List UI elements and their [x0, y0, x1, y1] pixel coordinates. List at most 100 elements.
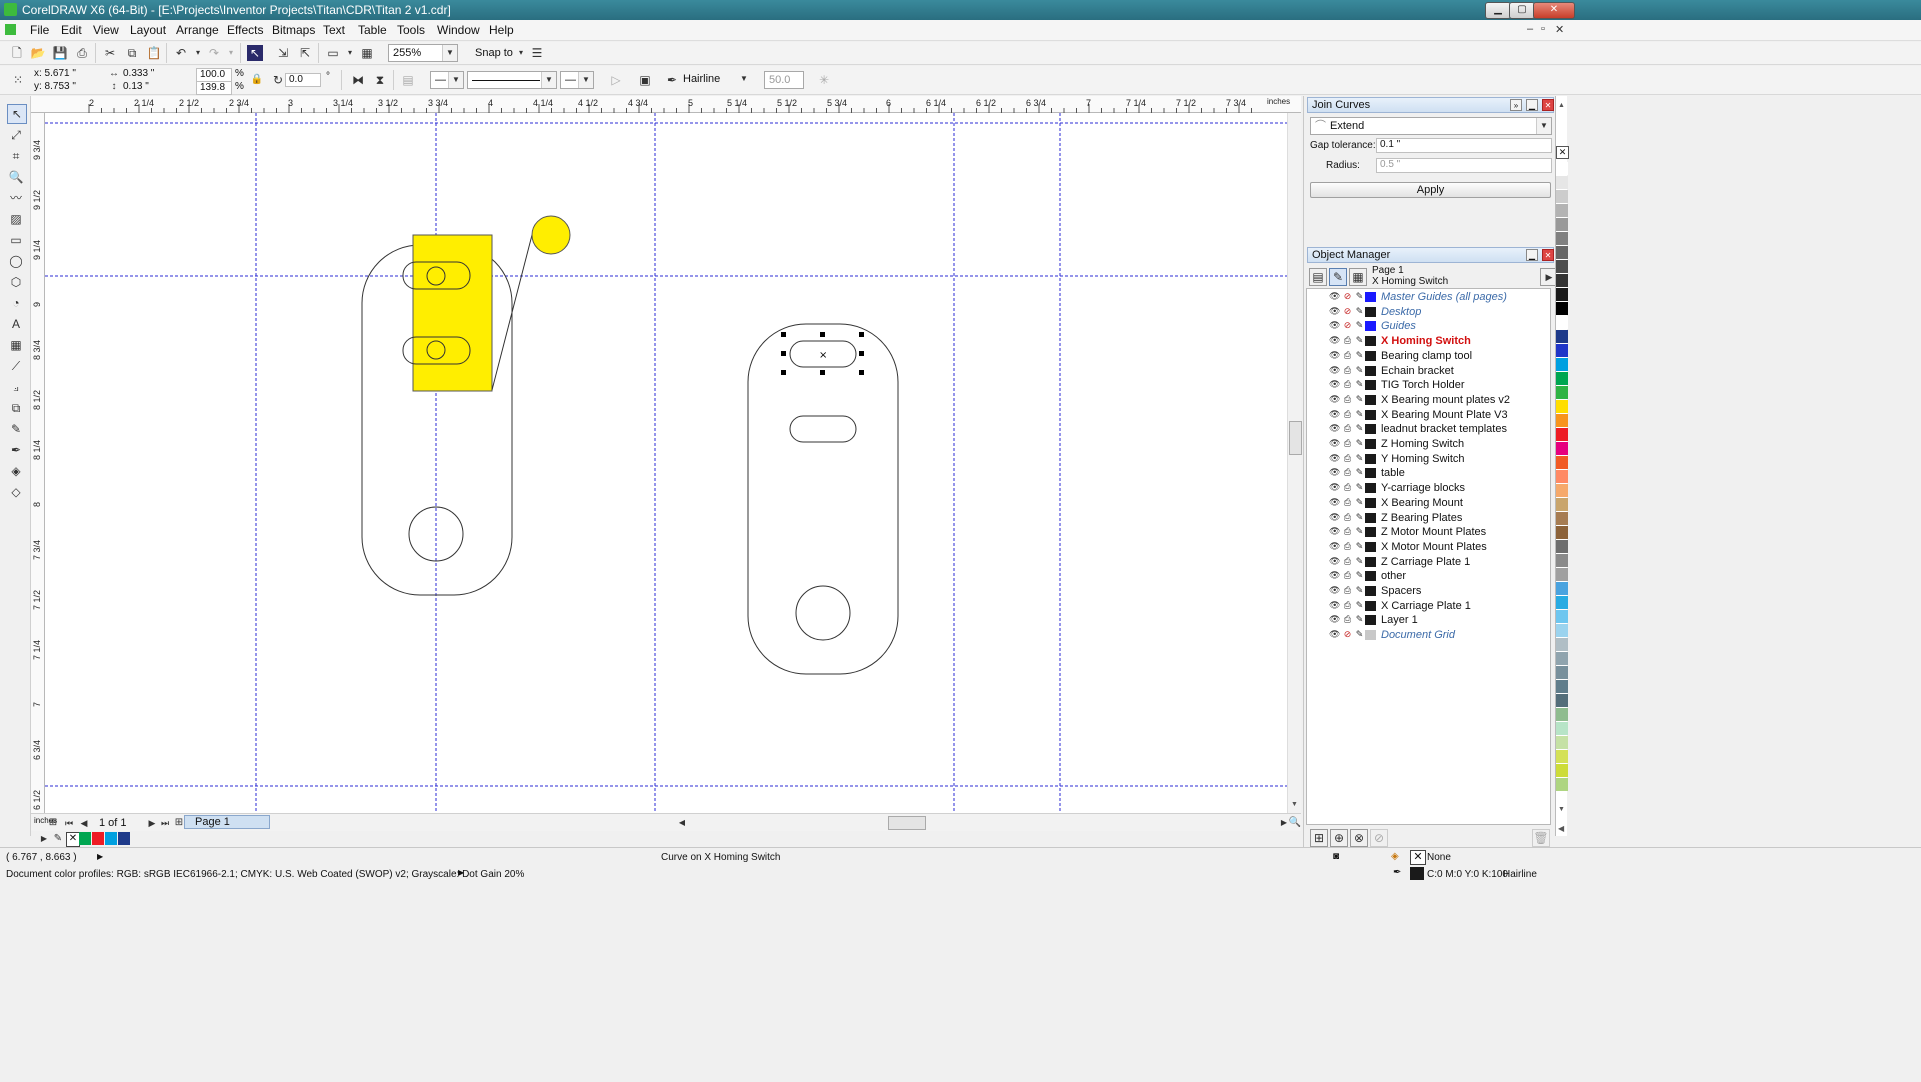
- no-print-icon[interactable]: ⊘: [1342, 320, 1353, 331]
- close-button[interactable]: ✕: [1533, 2, 1575, 19]
- pencil-icon[interactable]: ✎: [1354, 467, 1365, 478]
- layer-name[interactable]: Z Carriage Plate 1: [1381, 555, 1470, 569]
- navigator-icon[interactable]: 🔍: [1287, 815, 1303, 831]
- selection-handle[interactable]: [781, 370, 786, 375]
- eye-icon[interactable]: 👁: [1329, 306, 1340, 317]
- new-master-layer-icon[interactable]: ⊕: [1330, 829, 1348, 847]
- eye-icon[interactable]: 👁: [1329, 614, 1340, 625]
- layer-row[interactable]: 👁 ⎙ ✎ Echain bracket: [1307, 364, 1550, 378]
- object-manager-header[interactable]: Object Manager ▁ ✕: [1307, 247, 1554, 263]
- text-tool-icon[interactable]: A: [7, 315, 25, 333]
- layer-name[interactable]: Z Homing Switch: [1381, 437, 1464, 451]
- maximize-button[interactable]: ▢: [1509, 2, 1535, 19]
- selection-handle[interactable]: [781, 351, 786, 356]
- color-swatch[interactable]: [1556, 190, 1568, 203]
- eye-icon[interactable]: 👁: [1329, 585, 1340, 596]
- pencil-icon[interactable]: ✎: [1354, 438, 1365, 449]
- drawing-canvas[interactable]: ×: [45, 113, 1287, 813]
- layer-row[interactable]: 👁 ⊘ ✎ Desktop: [1307, 305, 1550, 319]
- scale-y-field[interactable]: 139.8: [196, 81, 232, 95]
- color-swatch[interactable]: [1556, 498, 1568, 511]
- menu-arrange[interactable]: Arrange: [176, 23, 219, 37]
- printer-icon[interactable]: ⎙: [1342, 394, 1353, 405]
- interactive-fill-tool-icon[interactable]: ◇: [7, 483, 25, 501]
- printer-icon[interactable]: ⎙: [1342, 585, 1353, 596]
- layer-row[interactable]: 👁 ⎙ ✎ leadnut bracket templates: [1307, 422, 1550, 436]
- rotation-field[interactable]: 0.0: [285, 73, 321, 87]
- layer-row[interactable]: 👁 ⎙ ✎ X Bearing Mount Plate V3: [1307, 408, 1550, 422]
- color-swatch[interactable]: [1556, 554, 1568, 567]
- color-swatch[interactable]: [1556, 456, 1568, 469]
- eye-icon[interactable]: 👁: [1329, 394, 1340, 405]
- color-swatch[interactable]: [1556, 232, 1568, 245]
- layer-color-swatch[interactable]: [1365, 483, 1376, 494]
- layer-row[interactable]: 👁 ⎙ ✎ X Homing Switch: [1307, 334, 1550, 348]
- layer-name[interactable]: Master Guides (all pages): [1381, 290, 1507, 304]
- color-swatch[interactable]: [1556, 708, 1568, 721]
- reduce-nodes-icon[interactable]: ✳: [816, 72, 832, 88]
- eye-icon[interactable]: 👁: [1329, 453, 1340, 464]
- color-swatch[interactable]: [1556, 330, 1568, 343]
- redo-icon[interactable]: ↷: [206, 45, 222, 61]
- layer-name[interactable]: X Motor Mount Plates: [1381, 540, 1487, 554]
- layer-name[interactable]: X Homing Switch: [1381, 334, 1471, 348]
- printer-icon[interactable]: ⎙: [1342, 409, 1353, 420]
- search-content-icon[interactable]: ↖: [247, 45, 263, 61]
- pencil-icon[interactable]: ✎: [1354, 482, 1365, 493]
- menu-help[interactable]: Help: [489, 23, 514, 37]
- color-swatch[interactable]: [1556, 540, 1568, 553]
- printer-icon[interactable]: ⎙: [1342, 570, 1353, 581]
- layer-color-swatch[interactable]: [1365, 424, 1376, 435]
- undo-icon[interactable]: ↶: [173, 45, 189, 61]
- printer-icon[interactable]: ⎙: [1342, 335, 1353, 346]
- layer-color-swatch[interactable]: [1365, 468, 1376, 479]
- layer-color-swatch[interactable]: [1365, 292, 1376, 302]
- color-swatch[interactable]: [1556, 694, 1568, 707]
- new-master-odd-icon[interactable]: ⊘: [1370, 829, 1388, 847]
- layer-name[interactable]: Z Bearing Plates: [1381, 511, 1462, 525]
- outline-tool-icon[interactable]: ✒: [7, 441, 25, 459]
- zoom-level-combo[interactable]: 255% ▼: [388, 44, 458, 62]
- color-swatch[interactable]: [1556, 526, 1568, 539]
- pencil-icon[interactable]: ✎: [1354, 379, 1365, 390]
- pencil-icon[interactable]: ✎: [1354, 365, 1365, 376]
- pencil-icon[interactable]: ✎: [1354, 629, 1365, 640]
- ellipse-tool-icon[interactable]: ◯: [7, 252, 25, 270]
- add-page-icon[interactable]: ⊞: [45, 815, 61, 831]
- layer-row[interactable]: 👁 ⎙ ✎ Z Bearing Plates: [1307, 511, 1550, 525]
- color-swatch[interactable]: [1556, 288, 1568, 301]
- copy-icon[interactable]: ⧉: [124, 45, 140, 61]
- printer-icon[interactable]: ⎙: [1342, 512, 1353, 523]
- table-tool-icon[interactable]: ▦: [7, 336, 25, 354]
- menu-text[interactable]: Text: [323, 23, 345, 37]
- layer-name[interactable]: Z Motor Mount Plates: [1381, 525, 1486, 539]
- layer-row[interactable]: 👁 ⎙ ✎ X Motor Mount Plates: [1307, 540, 1550, 554]
- start-arrowhead-combo[interactable]: — ▼: [430, 71, 464, 89]
- color-swatch[interactable]: [1556, 372, 1568, 385]
- switch-plate-outline[interactable]: [747, 323, 899, 675]
- eye-icon[interactable]: 👁: [1329, 335, 1340, 346]
- layer-row[interactable]: 👁 ⎙ ✎ Z Carriage Plate 1: [1307, 555, 1550, 569]
- printer-icon[interactable]: ⎙: [1342, 541, 1353, 552]
- color-swatch[interactable]: [1556, 736, 1568, 749]
- join-mode-combo[interactable]: ⌒ Extend ▼: [1310, 117, 1552, 135]
- horizontal-ruler[interactable]: 2 2 1/4 2 1/2 2 3/4 3 3 1/4 3 1/2 3 3/4 …: [31, 96, 1301, 113]
- color-swatch[interactable]: [1556, 512, 1568, 525]
- menu-layout[interactable]: Layout: [130, 23, 166, 37]
- edit-across-layers-icon[interactable]: ✎: [1329, 268, 1347, 286]
- page-tab[interactable]: Page 1: [184, 815, 270, 829]
- first-page-icon[interactable]: ⏮: [61, 815, 77, 831]
- color-swatch[interactable]: [1556, 316, 1568, 329]
- application-launcher-icon[interactable]: ▦: [359, 45, 375, 61]
- color-swatch[interactable]: [1556, 442, 1568, 455]
- layer-name[interactable]: table: [1381, 466, 1405, 480]
- fill-tool-icon[interactable]: ◈: [7, 462, 25, 480]
- printer-icon[interactable]: ⎙: [1342, 467, 1353, 478]
- new-master-all-pages-icon[interactable]: ⊗: [1350, 829, 1368, 847]
- color-swatch[interactable]: [118, 832, 130, 845]
- minimize-button[interactable]: ▁: [1485, 2, 1511, 19]
- layer-color-swatch[interactable]: [1365, 541, 1376, 552]
- layer-row[interactable]: 👁 ⎙ ✎ table: [1307, 466, 1550, 480]
- new-layer-icon[interactable]: ⊞: [1310, 829, 1328, 847]
- redo-dropdown-icon[interactable]: ▾: [223, 45, 239, 61]
